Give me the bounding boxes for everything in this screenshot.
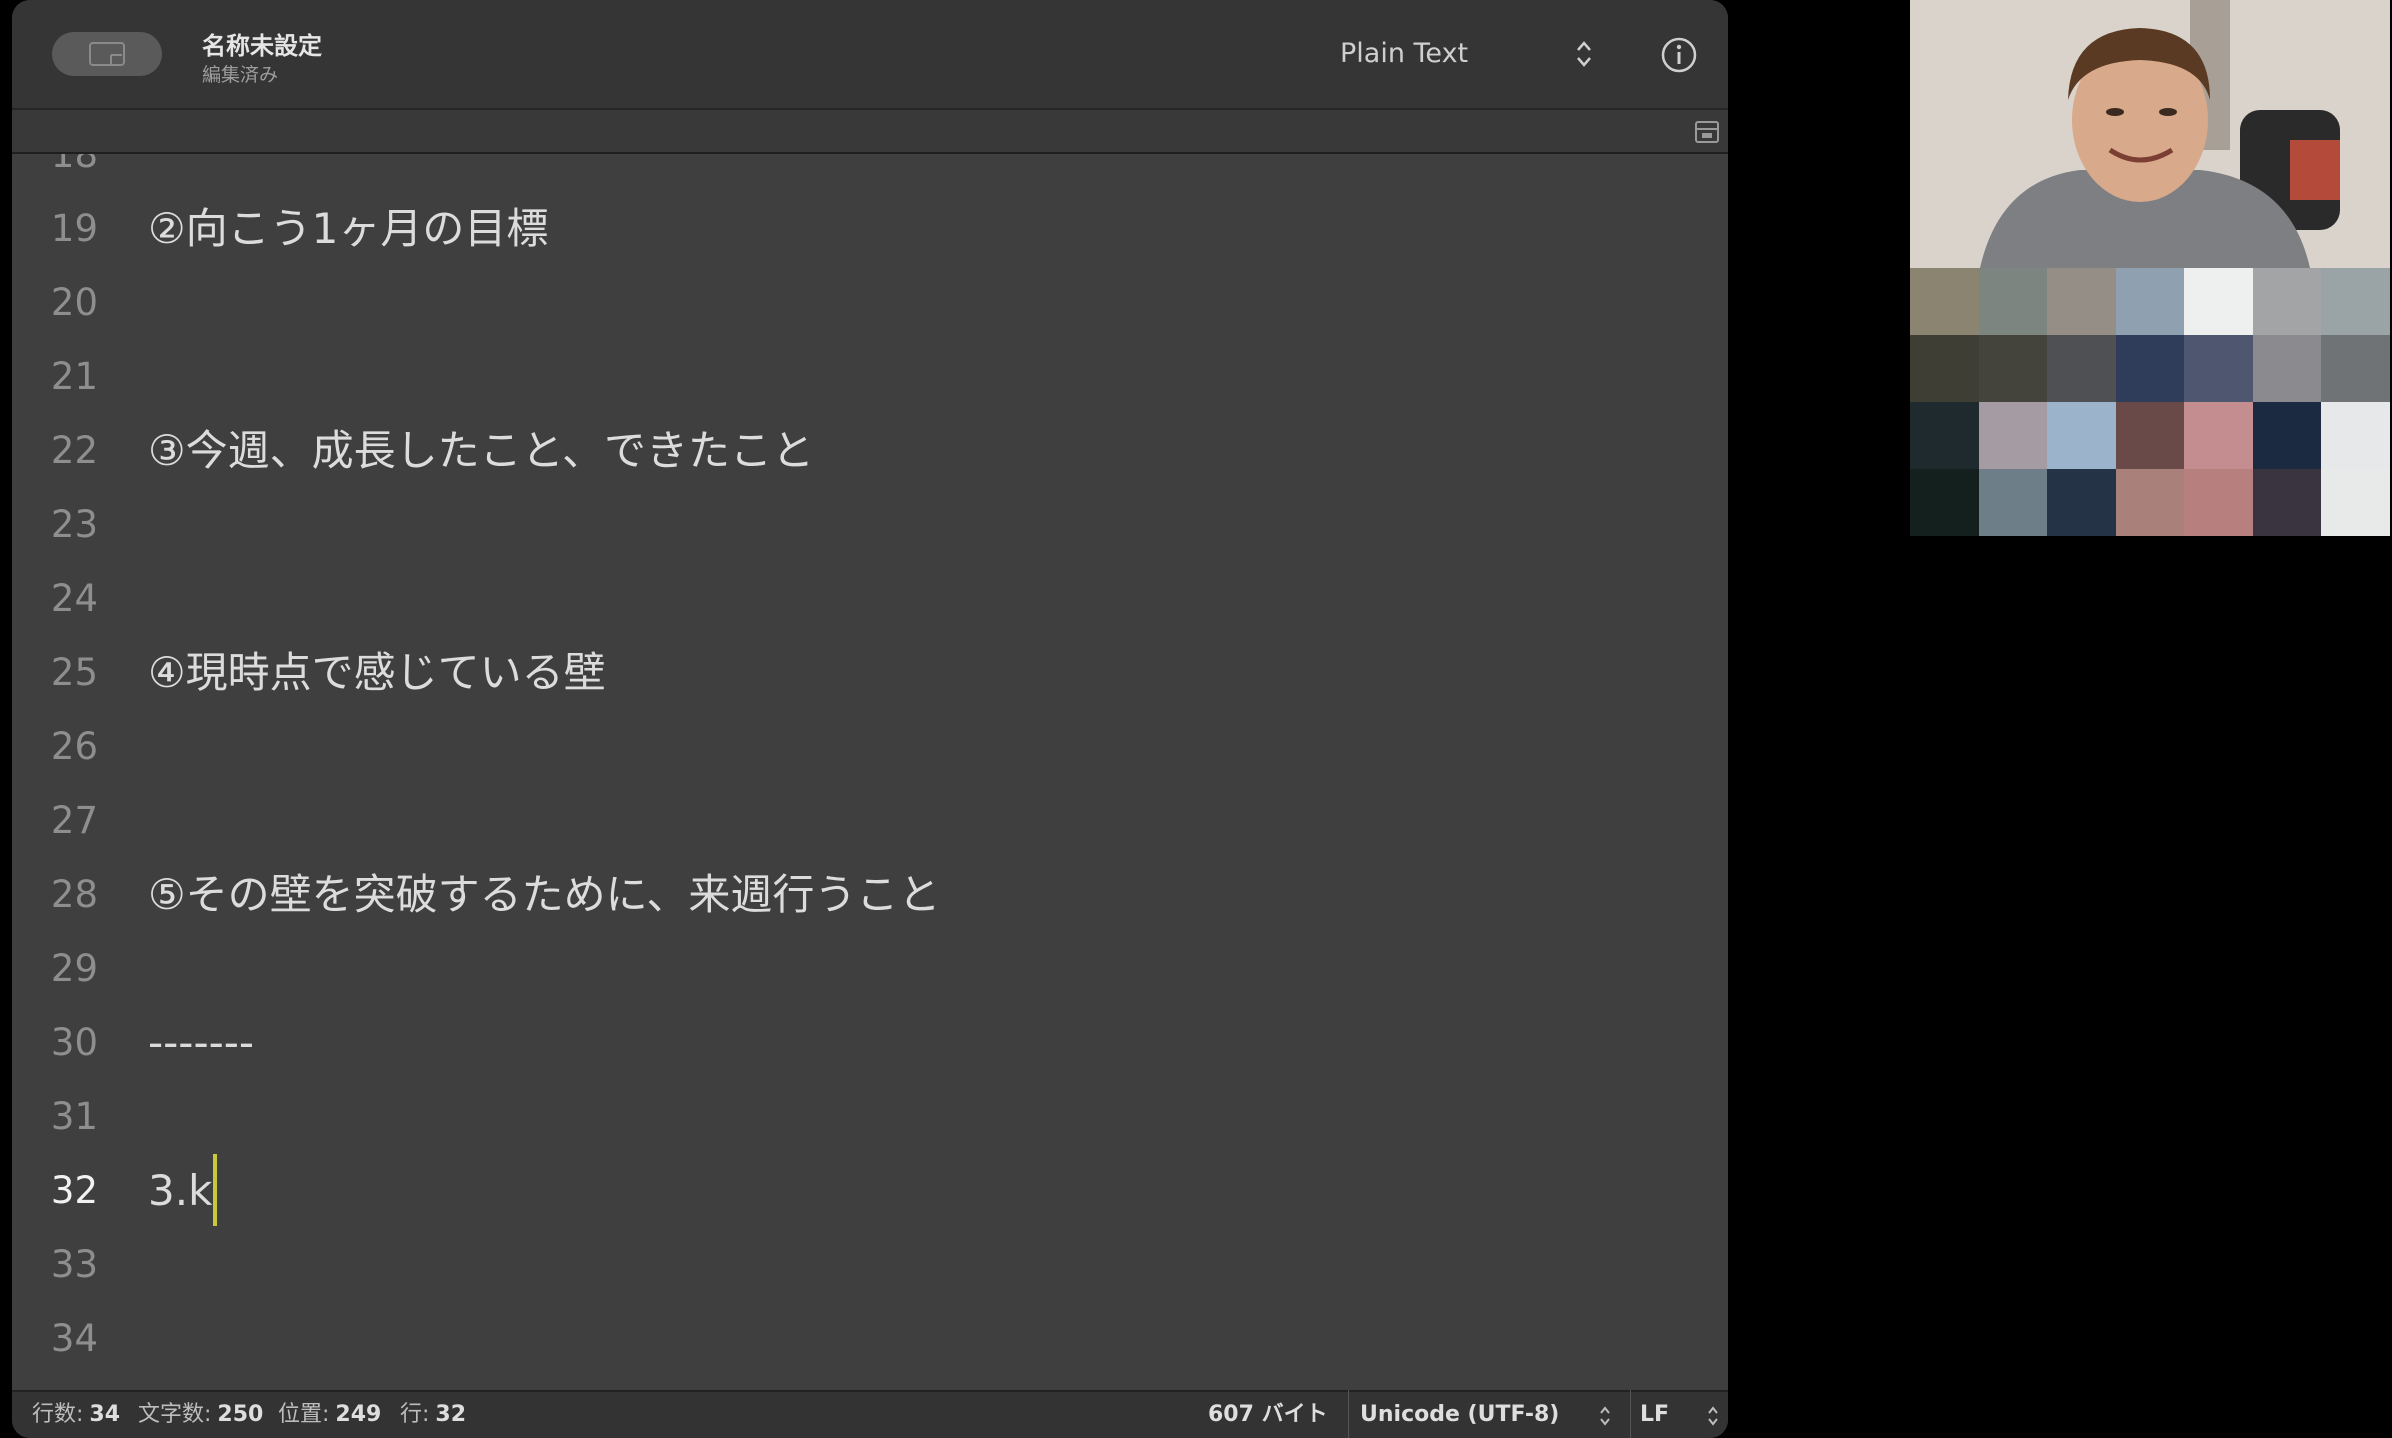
editor-line[interactable]: 30 ------- (12, 1006, 1728, 1080)
line-count: 行数: 34 (32, 1402, 121, 1427)
cursor-position: 位置: 249 (278, 1402, 382, 1427)
line-number: 20 (50, 281, 98, 324)
pixelated-area (1910, 268, 2390, 536)
chevron-up-down-icon[interactable] (1598, 1405, 1612, 1427)
line-text[interactable]: ④現時点で感じている壁 (148, 636, 606, 710)
line-number: 30 (50, 1021, 98, 1064)
line-number: 21 (50, 355, 98, 398)
editor-line[interactable]: 24 (12, 562, 1728, 636)
editor-line[interactable]: 21 (12, 340, 1728, 414)
text-caret (213, 1153, 218, 1226)
editor-line[interactable]: 27 (12, 784, 1728, 858)
ruler-bar (12, 110, 1728, 154)
line-number: 28 (50, 873, 98, 916)
document-status: 編集済み (202, 64, 279, 86)
line-text[interactable]: ------- (148, 1006, 254, 1080)
partial-line: 18 (50, 154, 98, 176)
editor-line[interactable]: 34 (12, 1302, 1728, 1376)
line-number: 26 (50, 725, 98, 768)
line-number: 19 (50, 207, 98, 250)
line-number: 31 (50, 1095, 98, 1138)
sidebar-icon (89, 42, 125, 66)
line-number: 22 (50, 429, 98, 472)
editor-line[interactable]: 33 (12, 1228, 1728, 1302)
line-text[interactable]: 3.k (148, 1153, 218, 1230)
line-number: 34 (50, 1317, 98, 1360)
editor-line[interactable]: 23 (12, 488, 1728, 562)
editor-line[interactable]: 20 (12, 266, 1728, 340)
line-number: 33 (50, 1243, 98, 1286)
editor-line[interactable]: 31 (12, 1080, 1728, 1154)
line-text[interactable]: ②向こう1ヶ月の目標 (148, 192, 548, 266)
line-number: 32 (50, 1169, 98, 1212)
byte-count: 607 バイト (1208, 1402, 1328, 1427)
sidebar-toggle-button[interactable] (52, 32, 162, 76)
line-ending-selector[interactable]: LF (1640, 1392, 1669, 1438)
status-bar: 行数: 34 文字数: 250 位置: 249 行: 32 607 バイト Unicod… (12, 1390, 1728, 1438)
line-number: 27 (50, 799, 98, 842)
editor-line[interactable]: 32 3.k (12, 1153, 1728, 1230)
editor-line[interactable]: 25 ④現時点で感じている壁 (12, 636, 1728, 710)
line-text[interactable]: ⑤その壁を突破するために、来週行うこと (148, 858, 940, 932)
syntax-selector[interactable]: Plain Text (1340, 38, 1468, 69)
editor-line[interactable]: 29 (12, 932, 1728, 1006)
info-icon[interactable] (1660, 36, 1698, 74)
document-title: 名称未設定 (202, 32, 322, 60)
titlebar: 名称未設定 編集済み Plain Text (12, 0, 1728, 110)
line-number: 25 (50, 651, 98, 694)
line-text[interactable]: ③今週、成長したこと、できたこと (148, 414, 814, 488)
line-number: 29 (50, 947, 98, 990)
inspector-toggle-icon[interactable] (1694, 120, 1720, 144)
editor-line[interactable]: 28 ⑤その壁を突破するために、来週行うこと (12, 858, 1728, 932)
chevron-up-down-icon[interactable] (1706, 1405, 1720, 1427)
editor-line[interactable]: 26 (12, 710, 1728, 784)
encoding-selector[interactable]: Unicode (UTF-8) (1360, 1392, 1559, 1438)
line-number: 24 (50, 577, 98, 620)
cursor-row: 行: 32 (400, 1402, 467, 1427)
webcam-overlay (1910, 0, 2390, 536)
char-count: 文字数: 250 (138, 1402, 264, 1427)
editor-line[interactable]: 22 ③今週、成長したこと、できたこと (12, 414, 1728, 488)
person-video (1910, 0, 2390, 268)
chevron-up-down-icon[interactable] (1574, 38, 1594, 70)
text-editor[interactable]: 18 19 ②向こう1ヶ月の目標 20 21 22 ③今週、成長したこと、できたこと 23 2… (12, 154, 1728, 1390)
line-number: 23 (50, 503, 98, 546)
editor-line[interactable]: 19 ②向こう1ヶ月の目標 (12, 192, 1728, 266)
editor-window: 名称未設定 編集済み Plain Text 18 19 ②向こう1ヶ月の目標 20 2… (12, 0, 1728, 1438)
